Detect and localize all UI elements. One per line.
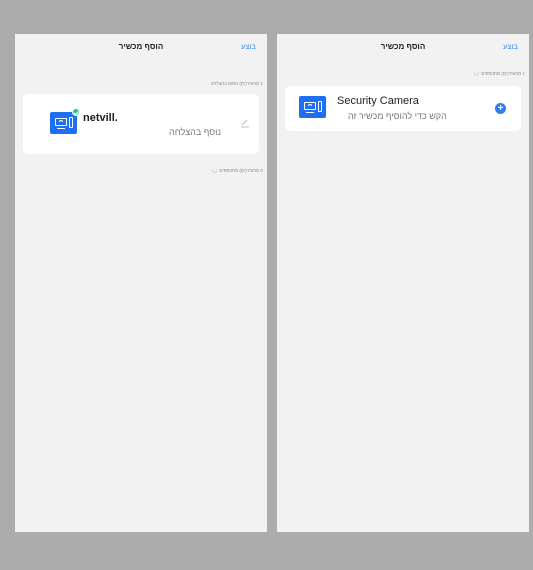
- page-title: הוסף מכשיר: [118, 42, 164, 51]
- add-device-screen-discovered: הוסף מכשיר בוצע 1 מכשיר(ים) מתווספים Sec…: [277, 34, 529, 532]
- nav-bar: הוסף מכשיר בוצע: [15, 34, 267, 60]
- add-device-screen-success: הוסף מכשיר בוצע 1 מכשיר(ים) נוספו בהצלחה…: [15, 34, 267, 532]
- pending-section-label: 1 מכשיר(ים) מתווספים: [474, 71, 525, 76]
- loading-spinner-icon: [212, 168, 218, 173]
- plus-circle-icon[interactable]: +: [495, 103, 506, 114]
- success-section-label: 1 מכשיר(ים) נוספו בהצלחה: [210, 81, 263, 86]
- device-name: Security Camera: [337, 95, 419, 107]
- device-name: netvill.: [83, 112, 118, 124]
- done-button[interactable]: בוצע: [503, 42, 518, 51]
- stage: הוסף מכשיר בוצע 1 מכשיר(ים) נוספו בהצלחה…: [0, 0, 533, 570]
- loading-spinner-icon: [474, 71, 480, 76]
- done-button[interactable]: בוצע: [241, 42, 256, 51]
- added-device-card[interactable]: netvill. נוסף בהצלחה: [23, 94, 259, 154]
- success-section-text: 1 מכשיר(ים) נוספו בהצלחה: [210, 81, 263, 86]
- nav-bar: הוסף מכשיר בוצע: [277, 34, 529, 60]
- device-status: נוסף בהצלחה: [169, 127, 221, 137]
- pending-section-text: 1 מכשיר(ים) מתווספים: [481, 71, 525, 76]
- check-badge-icon: [72, 108, 80, 116]
- page-title: הוסף מכשיר: [380, 42, 426, 51]
- discovered-device-card[interactable]: Security Camera הקש כדי להוסיף מכשיר זה …: [285, 86, 521, 131]
- pending-section-text: 0 מכשיר(ים) מתווספים: [219, 168, 263, 173]
- device-hint: הקש כדי להוסיף מכשיר זה: [348, 111, 447, 121]
- pencil-icon[interactable]: [240, 118, 250, 128]
- camera-device-icon: [299, 96, 326, 118]
- pending-section-label: 0 מכשיר(ים) מתווספים: [212, 168, 263, 173]
